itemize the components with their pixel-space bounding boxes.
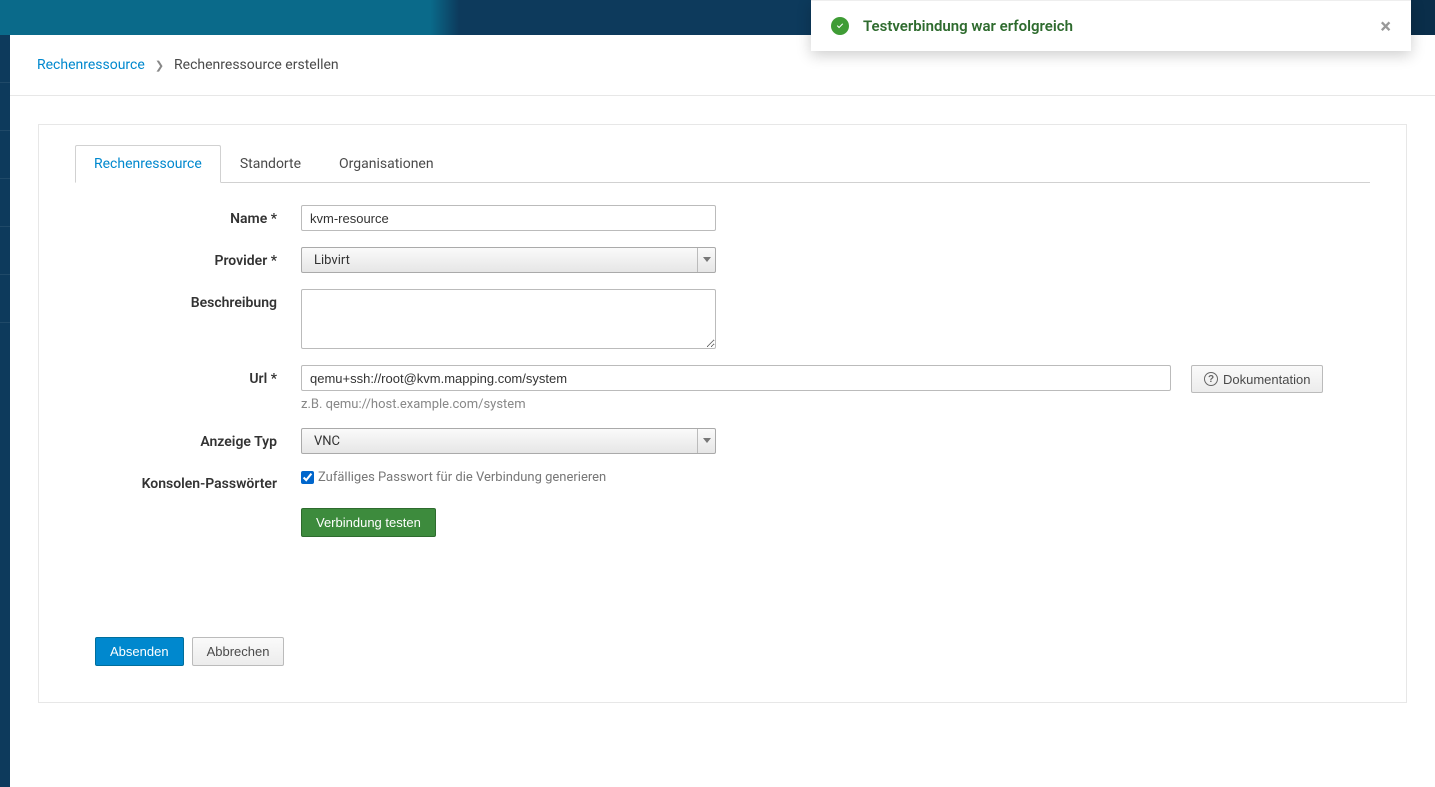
tab-organizations[interactable]: Organisationen bbox=[320, 145, 453, 183]
submit-button[interactable]: Absenden bbox=[95, 637, 184, 666]
documentation-button[interactable]: ? Dokumentation bbox=[1191, 365, 1323, 393]
chevron-right-icon: ❯ bbox=[155, 59, 164, 72]
url-label: Url * bbox=[75, 365, 301, 387]
random-password-label: Zufälliges Passwort für die Verbindung g… bbox=[318, 470, 606, 485]
documentation-label: Dokumentation bbox=[1223, 372, 1310, 387]
toast-message: Testverbindung war erfolgreich bbox=[863, 17, 1366, 35]
description-label: Beschreibung bbox=[75, 289, 301, 311]
breadcrumb-current: Rechenressource erstellen bbox=[174, 57, 339, 73]
name-label: Name * bbox=[75, 205, 301, 227]
display-type-select-value: VNC bbox=[302, 434, 697, 449]
console-passwords-label: Konsolen-Passwörter bbox=[75, 470, 301, 492]
provider-select-value: Libvirt bbox=[302, 253, 697, 268]
caret-down-icon bbox=[697, 429, 715, 453]
display-type-select[interactable]: VNC bbox=[301, 428, 716, 454]
close-icon[interactable]: × bbox=[1380, 16, 1391, 36]
question-circle-icon: ? bbox=[1204, 372, 1218, 386]
form-panel: Rechenressource Standorte Organisationen… bbox=[38, 124, 1407, 703]
left-sidebar bbox=[0, 35, 10, 787]
tab-locations[interactable]: Standorte bbox=[221, 145, 320, 183]
url-help-text: z.B. qemu://host.example.com/system bbox=[301, 397, 1171, 412]
provider-label: Provider * bbox=[75, 247, 301, 269]
description-textarea[interactable] bbox=[301, 289, 716, 349]
provider-select[interactable]: Libvirt bbox=[301, 247, 716, 273]
caret-down-icon bbox=[697, 248, 715, 272]
success-toast: Testverbindung war erfolgreich × bbox=[811, 0, 1411, 51]
random-password-checkbox[interactable] bbox=[301, 471, 314, 484]
breadcrumb-parent-link[interactable]: Rechenressource bbox=[37, 57, 145, 73]
test-connection-button[interactable]: Verbindung testen bbox=[301, 508, 436, 537]
tab-compute-resource[interactable]: Rechenressource bbox=[75, 145, 221, 183]
display-type-label: Anzeige Typ bbox=[75, 428, 301, 450]
check-circle-icon bbox=[831, 17, 849, 35]
tab-bar: Rechenressource Standorte Organisationen bbox=[75, 145, 1370, 183]
name-input[interactable] bbox=[301, 205, 716, 231]
url-input[interactable] bbox=[301, 365, 1171, 391]
cancel-button[interactable]: Abbrechen bbox=[192, 637, 285, 666]
